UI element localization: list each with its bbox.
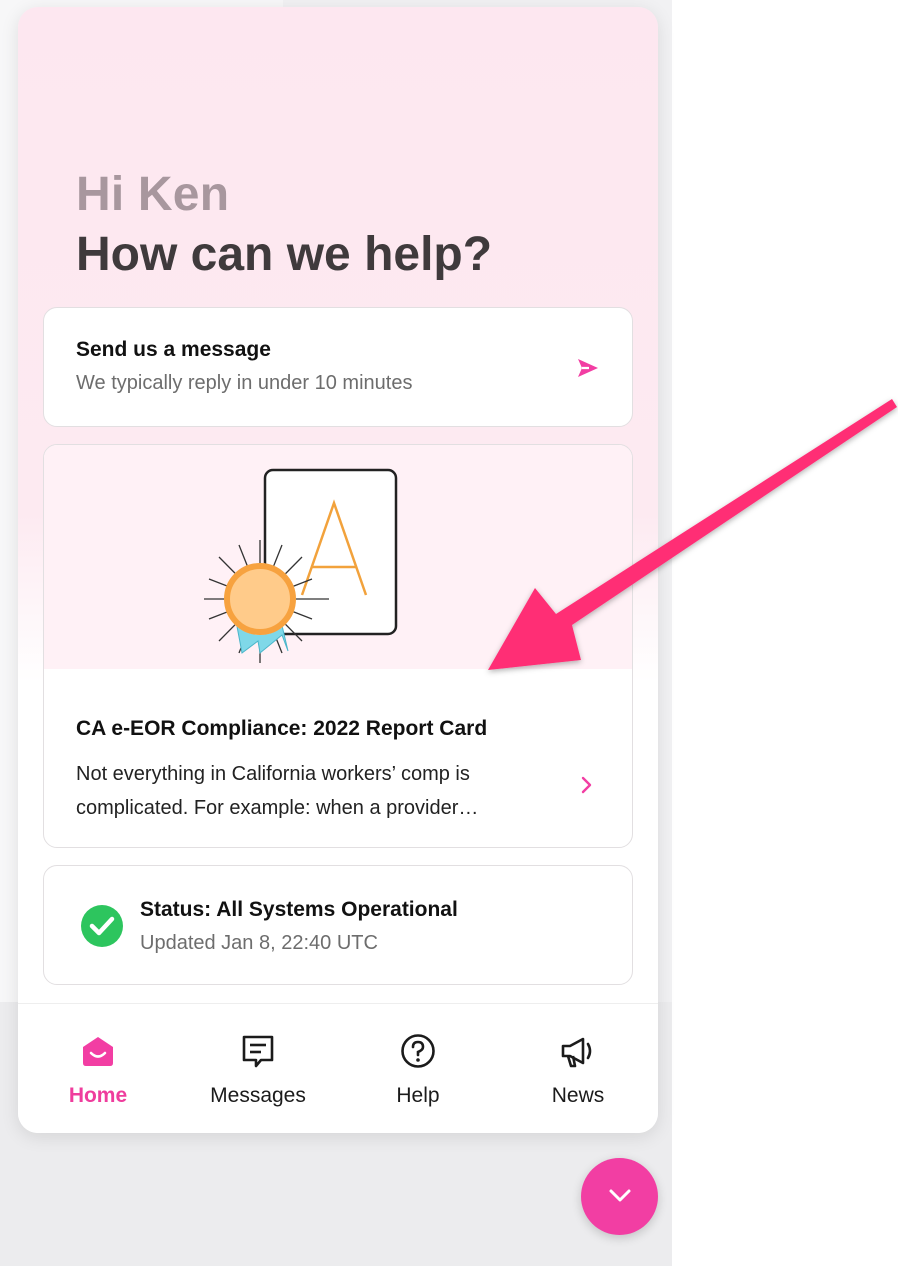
megaphone-icon [561,1037,592,1068]
status-title: Status: All Systems Operational [140,898,458,921]
messenger-widget: Hi Ken How can we help? Send us a messag… [18,7,658,1133]
status-card[interactable]: Status: All Systems Operational Updated … [43,865,633,985]
greeting-text: Hi Ken [76,168,230,221]
headline-text: How can we help? [76,228,493,281]
tab-help-label: Help [396,1084,440,1107]
bottom-tab-bar: Home Messages Help News [18,1003,658,1133]
tab-home-label: Home [68,1084,128,1107]
status-updated: Updated Jan 8, 22:40 UTC [140,932,378,954]
chevron-right-icon [581,776,592,794]
chevron-down-icon [609,1189,631,1202]
send-message-card[interactable]: Send us a message We typically reply in … [43,307,633,427]
tab-news-label: News [551,1084,605,1107]
messages-icon [242,1035,274,1068]
tab-messages-label: Messages [210,1084,306,1107]
tab-news[interactable]: News [498,1004,658,1133]
send-message-title: Send us a message [76,338,271,361]
tab-messages[interactable]: Messages [178,1004,338,1133]
article-illustration [44,445,632,669]
tab-home[interactable]: Home [18,1004,178,1133]
check-circle-icon [81,905,123,947]
home-icon [83,1037,113,1066]
article-card[interactable]: CA e-EOR Compliance: 2022 Report Card No… [43,444,633,848]
tab-help[interactable]: Help [338,1004,498,1133]
collapse-launcher-button[interactable] [581,1158,658,1235]
send-icon [578,359,598,377]
article-title: CA e-EOR Compliance: 2022 Report Card [76,717,488,740]
help-icon [401,1034,435,1068]
article-excerpt: Not everything in California workers’ co… [76,763,479,819]
send-message-subtitle: We typically reply in under 10 minutes [76,372,413,394]
